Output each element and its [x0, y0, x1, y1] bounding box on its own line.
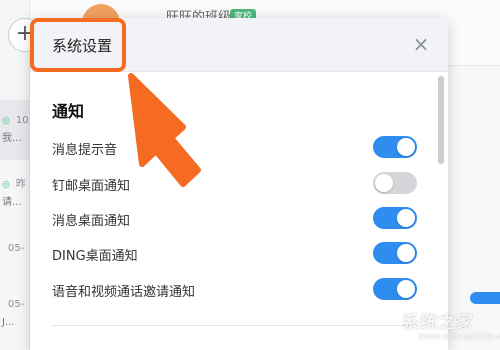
setting-row-message-desktop-notify: 消息桌面通知: [52, 207, 420, 231]
setting-label: 语音和视频通话邀请通知: [52, 285, 196, 300]
toggle-switch[interactable]: [373, 242, 417, 264]
conversation-item[interactable]: 05-: [0, 240, 30, 258]
toggle-switch[interactable]: [373, 136, 417, 158]
scrollbar[interactable]: [438, 76, 444, 164]
toggle-switch[interactable]: [373, 172, 417, 194]
status-icon: ◎: [2, 180, 10, 190]
title-highlight-box: [30, 18, 126, 72]
setting-row-message-sound: 消息提示音: [52, 136, 420, 160]
status-icon: ◎: [2, 116, 10, 126]
dialog-header: 系统设置 ×: [30, 18, 448, 72]
toggle-knob: [375, 174, 393, 192]
conversation-time: 昨: [15, 179, 26, 190]
setting-label: DING桌面通知: [52, 249, 138, 264]
toggle-knob: [397, 138, 415, 156]
watermark: 系统之家 www.xitongzhijia.net: [372, 302, 500, 350]
conversation-item[interactable]: ◎ 昨 请...: [0, 176, 30, 212]
setting-label: 消息提示音: [52, 143, 118, 158]
toggle-switch[interactable]: [373, 278, 417, 300]
toggle-knob: [397, 209, 415, 227]
watermark-text: 系统之家: [402, 313, 474, 333]
conversation-preview: 我...: [2, 133, 22, 144]
conversation-time: 05-: [8, 299, 25, 310]
system-settings-dialog: 系统设置 × 通知 消息提示音 钉邮桌面通知 消息桌面通知 DING桌面通知 语…: [30, 18, 448, 350]
watermark-url: www.xitongzhijia.net: [418, 332, 500, 342]
setting-row-ding-desktop-notify: DING桌面通知: [52, 242, 420, 266]
toggle-switch[interactable]: [373, 207, 417, 229]
conversation-time: 05-: [8, 243, 25, 254]
setting-row-mail-desktop-notify: 钉邮桌面通知: [52, 172, 420, 196]
section-divider: [52, 325, 417, 326]
section-title-notifications: 通知: [52, 102, 85, 121]
setting-row-call-invite-notify: 语音和视频通话邀请通知: [52, 278, 420, 302]
setting-label: 钉邮桌面通知: [52, 179, 131, 194]
setting-label: 消息桌面通知: [52, 214, 131, 229]
conversation-preview: 请...: [2, 197, 22, 208]
conversation-item[interactable]: ◎ 10: 我...: [0, 112, 32, 148]
close-icon[interactable]: ×: [410, 34, 432, 56]
toggle-knob: [397, 244, 415, 262]
toggle-knob: [397, 280, 415, 298]
conversation-item[interactable]: 05- J...: [0, 296, 30, 332]
conversation-preview: J...: [2, 317, 15, 328]
